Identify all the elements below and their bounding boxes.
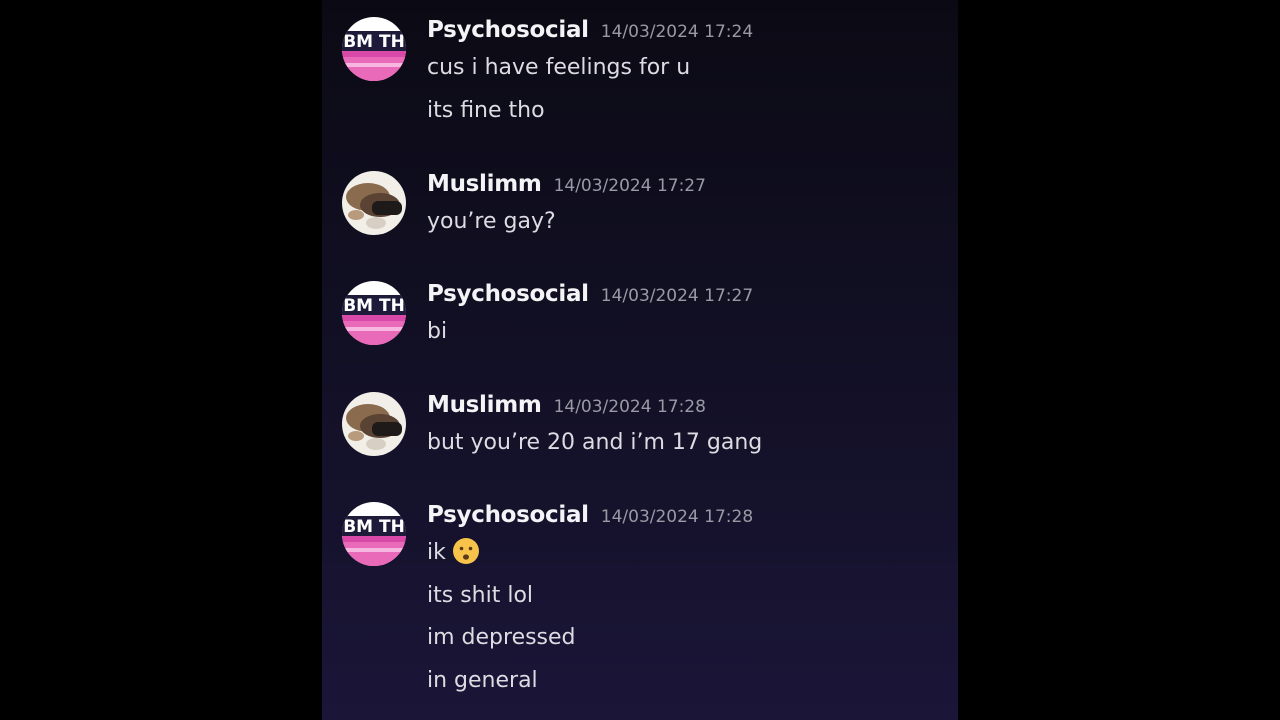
message-text: its fine tho xyxy=(427,97,545,123)
psychosocial-avatar[interactable]: BM TH xyxy=(342,17,406,81)
svg-text:BM TH: BM TH xyxy=(343,517,405,537)
psychosocial-avatar[interactable]: BM TH xyxy=(342,502,406,566)
message-text: in general xyxy=(427,667,538,693)
username[interactable]: Psychosocial xyxy=(427,17,589,43)
message-text: its shit lol xyxy=(427,582,534,608)
svg-text:BM TH: BM TH xyxy=(343,32,405,52)
frowning-face-emoji xyxy=(452,537,480,565)
username[interactable]: Psychosocial xyxy=(427,502,589,528)
username[interactable]: Muslimm xyxy=(427,392,542,418)
chat-message-list[interactable]: BM TH Psychosocial 14/03/2024 17:24 cus i… xyxy=(322,0,958,720)
muslimm-avatar[interactable] xyxy=(342,392,406,456)
video-frame: BM TH Psychosocial 14/03/2024 17:24 cus i… xyxy=(0,0,1280,720)
message-text: bi xyxy=(427,319,448,344)
svg-text:BM TH: BM TH xyxy=(343,296,405,316)
timestamp: 14/03/2024 17:27 xyxy=(600,286,754,306)
muslimm-avatar[interactable] xyxy=(342,171,406,235)
psychosocial-avatar[interactable]: BM TH xyxy=(342,281,406,345)
message-text: but you’re 20 and i’m 17 gang xyxy=(427,430,763,455)
message-text: ik xyxy=(427,540,446,565)
message-text: cus i have feelings for u xyxy=(427,55,691,80)
timestamp: 14/03/2024 17:28 xyxy=(553,397,706,417)
timestamp: 14/03/2024 17:24 xyxy=(600,22,754,42)
username[interactable]: Muslimm xyxy=(427,171,542,197)
username[interactable]: Psychosocial xyxy=(427,281,589,307)
message-text: im depressed xyxy=(427,625,576,650)
message-line-with-emoji: ik xyxy=(427,532,947,575)
timestamp: 14/03/2024 17:28 xyxy=(600,507,754,527)
timestamp: 14/03/2024 17:27 xyxy=(553,176,706,196)
message-text: you’re gay? xyxy=(427,209,556,234)
